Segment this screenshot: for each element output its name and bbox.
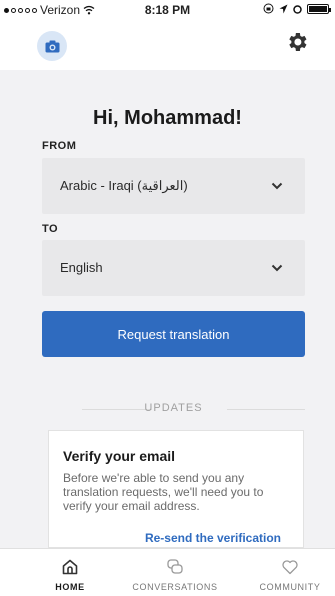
request-translation-button[interactable]: Request translation: [42, 311, 305, 357]
status-icons: [263, 3, 331, 14]
from-label: FROM: [42, 140, 77, 152]
chevron-down-icon: [271, 264, 283, 272]
camera-button[interactable]: [37, 31, 67, 61]
to-language-value: English: [60, 260, 103, 275]
home-icon: [62, 559, 78, 575]
alarm-icon: [293, 4, 302, 14]
tab-conversations[interactable]: CONVERSATIONS: [120, 549, 230, 596]
verify-email-body: Before we're able to send you any transl…: [63, 471, 264, 513]
to-label: TO: [42, 223, 59, 235]
from-language-select[interactable]: Arabic - Iraqi (العراقية): [42, 158, 305, 214]
battery-icon: [307, 3, 331, 14]
status-bar: Verizon 8:18 PM: [0, 0, 335, 20]
resend-verification-link[interactable]: Re-send the verification: [145, 531, 281, 545]
chevron-down-icon: [271, 182, 283, 190]
heart-icon: [282, 560, 298, 575]
bottom-tab-bar: HOME CONVERSATIONS COMMUNITY: [0, 548, 335, 596]
from-language-value: Arabic - Iraqi (العراقية): [60, 178, 188, 193]
tab-conversations-label: CONVERSATIONS: [132, 582, 218, 592]
tab-home[interactable]: HOME: [40, 549, 100, 596]
to-language-select[interactable]: English: [42, 240, 305, 296]
verify-email-title: Verify your email: [63, 448, 176, 464]
greeting-heading: Hi, Mohammad!: [93, 107, 242, 129]
divider-line-right: [227, 409, 305, 410]
camera-icon: [45, 40, 59, 52]
tab-home-label: HOME: [55, 582, 85, 592]
updates-divider: UPDATES: [42, 402, 305, 416]
tab-community[interactable]: COMMUNITY: [248, 549, 332, 596]
orientation-lock-icon: [263, 3, 274, 14]
gear-icon[interactable]: [285, 30, 309, 54]
chat-bubbles-icon: [167, 559, 183, 574]
location-icon: [279, 4, 288, 13]
verify-email-card: Verify your email Before we're able to s…: [48, 430, 304, 548]
updates-label: UPDATES: [144, 402, 203, 414]
tab-community-label: COMMUNITY: [259, 582, 321, 592]
